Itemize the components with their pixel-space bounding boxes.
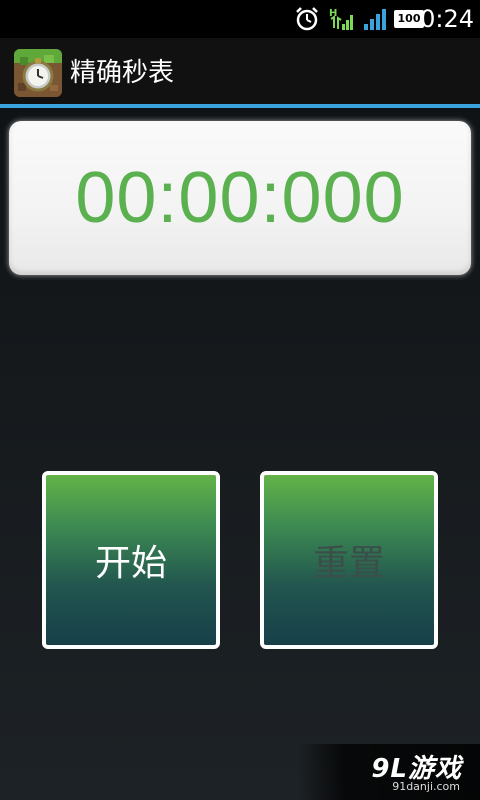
status-time: 0:24 — [420, 5, 474, 33]
signal-icon — [364, 9, 386, 30]
status-bar: H 100 0:24 — [0, 0, 480, 38]
watermark: 9L游戏 91danji.com — [298, 744, 480, 800]
watermark-url: 91danji.com — [392, 780, 460, 793]
data-h-icon: H — [329, 8, 353, 30]
timer-display-panel: 00:00:000 — [9, 121, 471, 275]
stopwatch-app-icon — [14, 49, 62, 97]
reset-button[interactable]: 重置 — [260, 471, 438, 649]
app-title: 精确秒表 — [70, 58, 175, 88]
start-button[interactable]: 开始 — [42, 471, 220, 649]
timer-readout: 00:00:000 — [75, 158, 405, 238]
action-bar: 精确秒表 — [0, 38, 480, 108]
alarm-icon — [296, 7, 318, 31]
